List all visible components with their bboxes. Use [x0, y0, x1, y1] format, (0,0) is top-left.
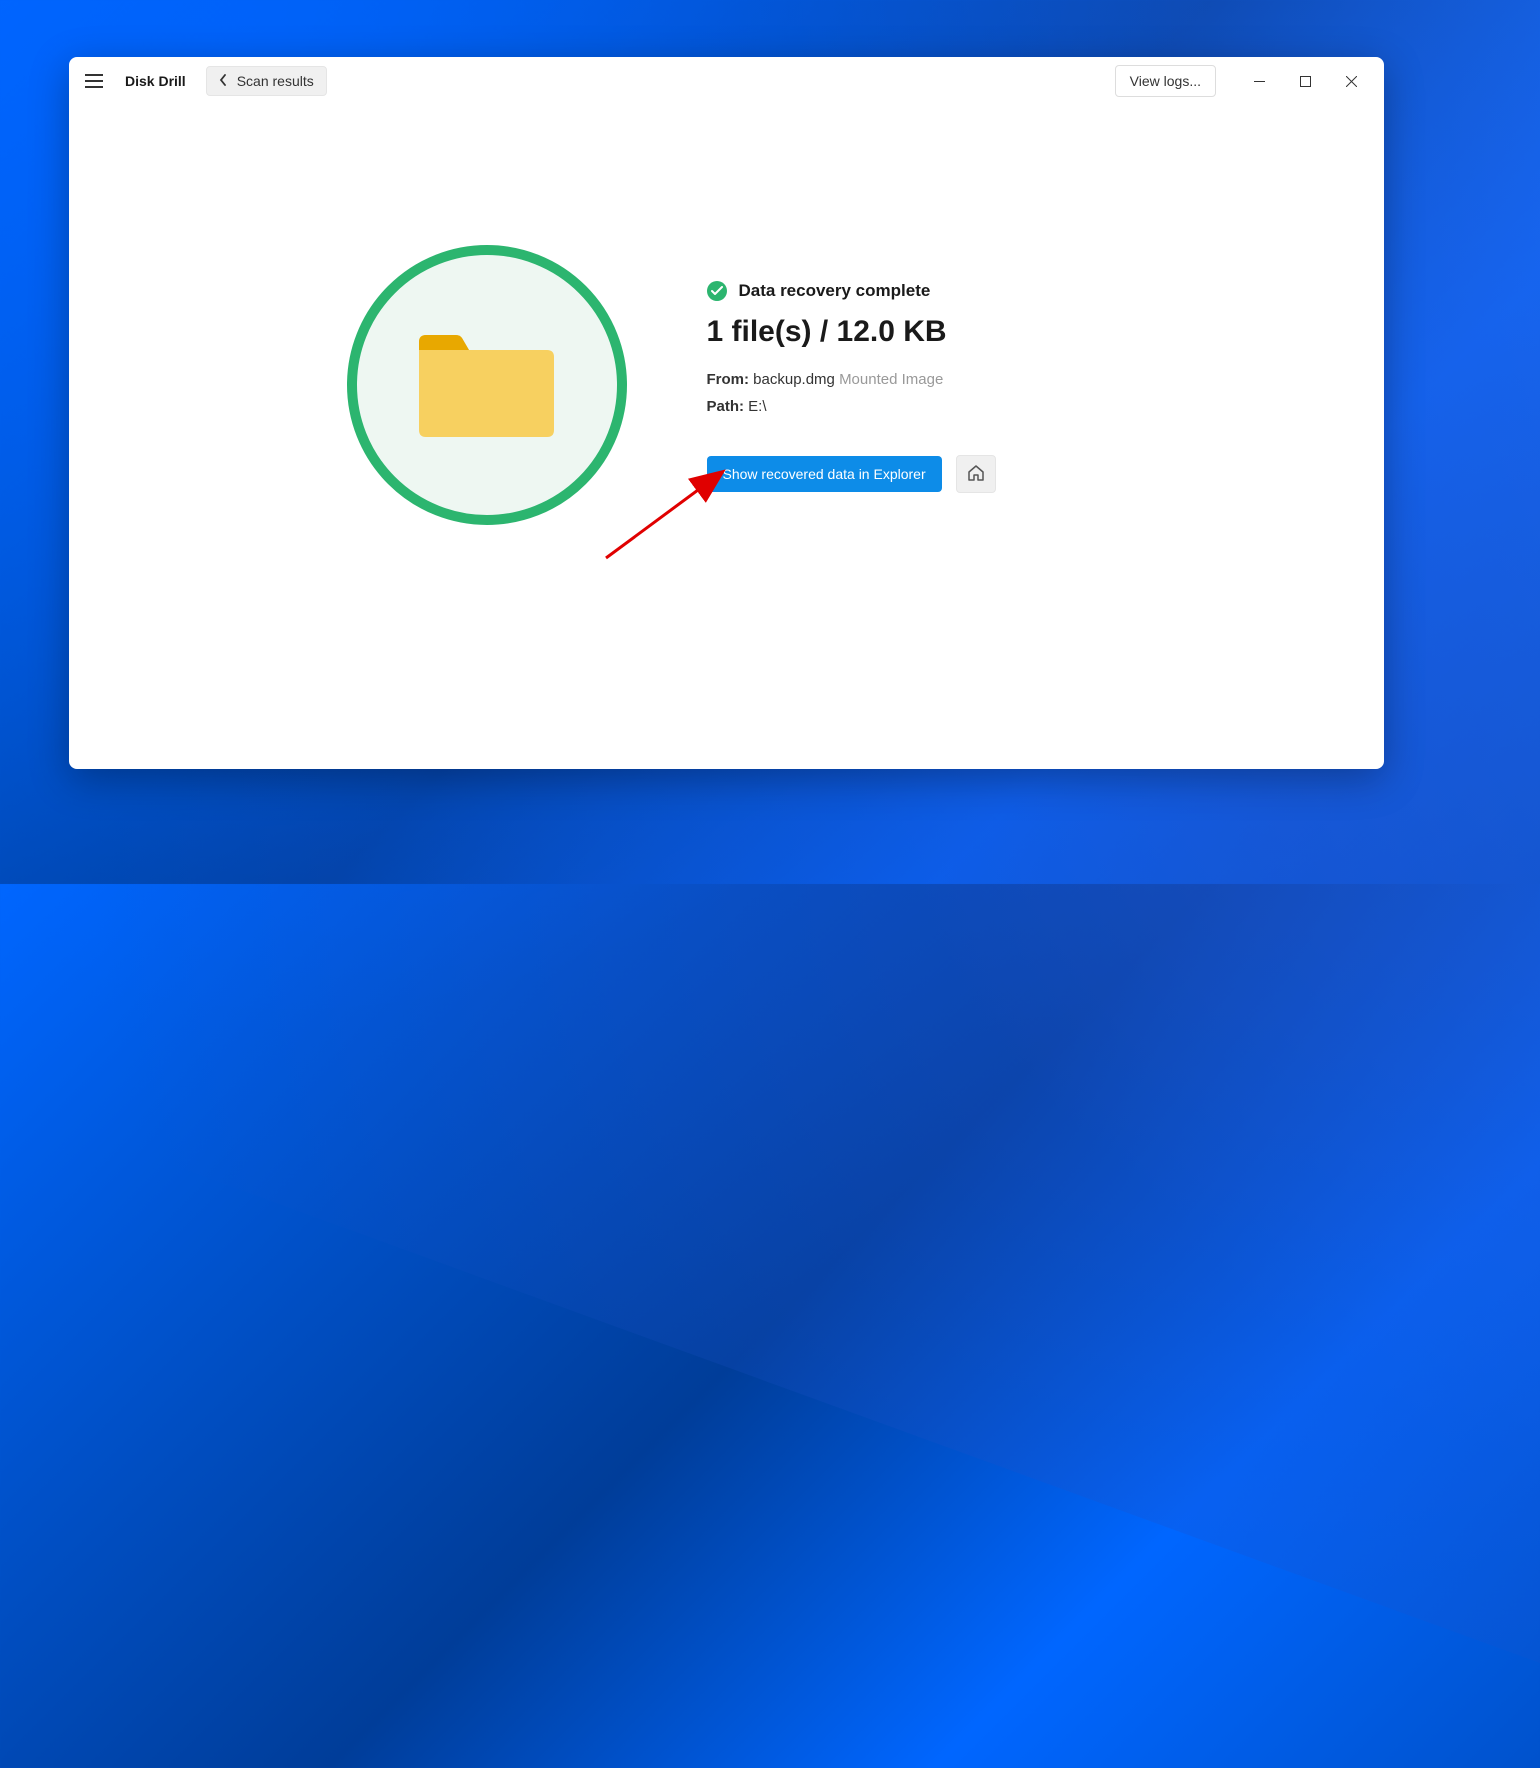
view-logs-button[interactable]: View logs...: [1115, 65, 1216, 97]
status-text: Data recovery complete: [739, 281, 931, 301]
status-line: Data recovery complete: [707, 281, 1107, 301]
path-value: E:\: [748, 398, 766, 415]
from-label: From:: [707, 371, 750, 388]
folder-icon: [414, 325, 559, 445]
home-button[interactable]: [956, 455, 996, 493]
source-info: From: backup.dmg Mounted Image: [707, 371, 1107, 388]
maximize-button[interactable]: [1282, 65, 1328, 97]
titlebar: Disk Drill Scan results View logs...: [69, 57, 1384, 105]
window-controls: [1236, 65, 1374, 97]
app-window: Disk Drill Scan results View logs...: [69, 57, 1384, 769]
minimize-button[interactable]: [1236, 65, 1282, 97]
content-area: Data recovery complete 1 file(s) / 12.0 …: [69, 105, 1384, 769]
close-button[interactable]: [1328, 65, 1374, 97]
source-name: backup.dmg: [753, 371, 835, 388]
path-label: Path:: [707, 398, 745, 415]
app-title: Disk Drill: [125, 73, 186, 89]
home-icon: [967, 464, 985, 485]
menu-button[interactable]: [85, 66, 115, 96]
check-icon: [707, 281, 727, 301]
summary-text: 1 file(s) / 12.0 KB: [707, 315, 1107, 349]
scan-results-breadcrumb[interactable]: Scan results: [206, 66, 327, 96]
show-recovered-button[interactable]: Show recovered data in Explorer: [707, 456, 942, 492]
path-info: Path: E:\: [707, 398, 1107, 415]
breadcrumb-label: Scan results: [237, 73, 314, 89]
source-type: Mounted Image: [839, 371, 943, 388]
chevron-left-icon: [219, 74, 227, 89]
details-panel: Data recovery complete 1 file(s) / 12.0 …: [707, 245, 1107, 493]
folder-badge: [347, 245, 627, 525]
actions-row: Show recovered data in Explorer: [707, 455, 1107, 493]
